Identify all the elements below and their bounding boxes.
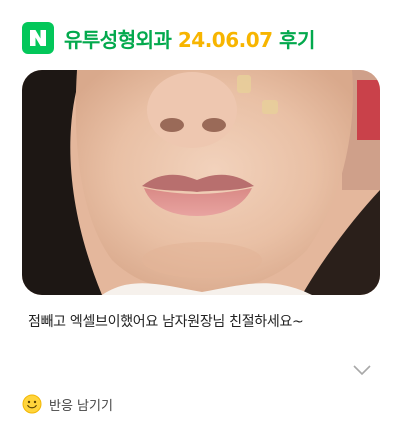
post-header: 유투성형외과 24.06.07 후기	[22, 22, 315, 54]
reaction-label: 반응 남기기	[49, 398, 113, 414]
reaction-button[interactable]: 반응 남기기	[22, 394, 113, 414]
title-date: 24.06.07	[177, 27, 273, 52]
naver-logo-icon	[22, 22, 54, 54]
smile-icon	[22, 394, 42, 414]
post-title[interactable]: 유투성형외과 24.06.07 후기	[64, 24, 315, 53]
title-suffix: 후기	[279, 27, 315, 52]
review-photo[interactable]	[22, 70, 380, 295]
title-clinic: 유투성형외과	[64, 27, 172, 52]
chevron-down-icon[interactable]	[352, 362, 372, 376]
post-caption: 점빼고 엑셀브이했어요 남자원장님 친절하세요~	[28, 314, 304, 330]
